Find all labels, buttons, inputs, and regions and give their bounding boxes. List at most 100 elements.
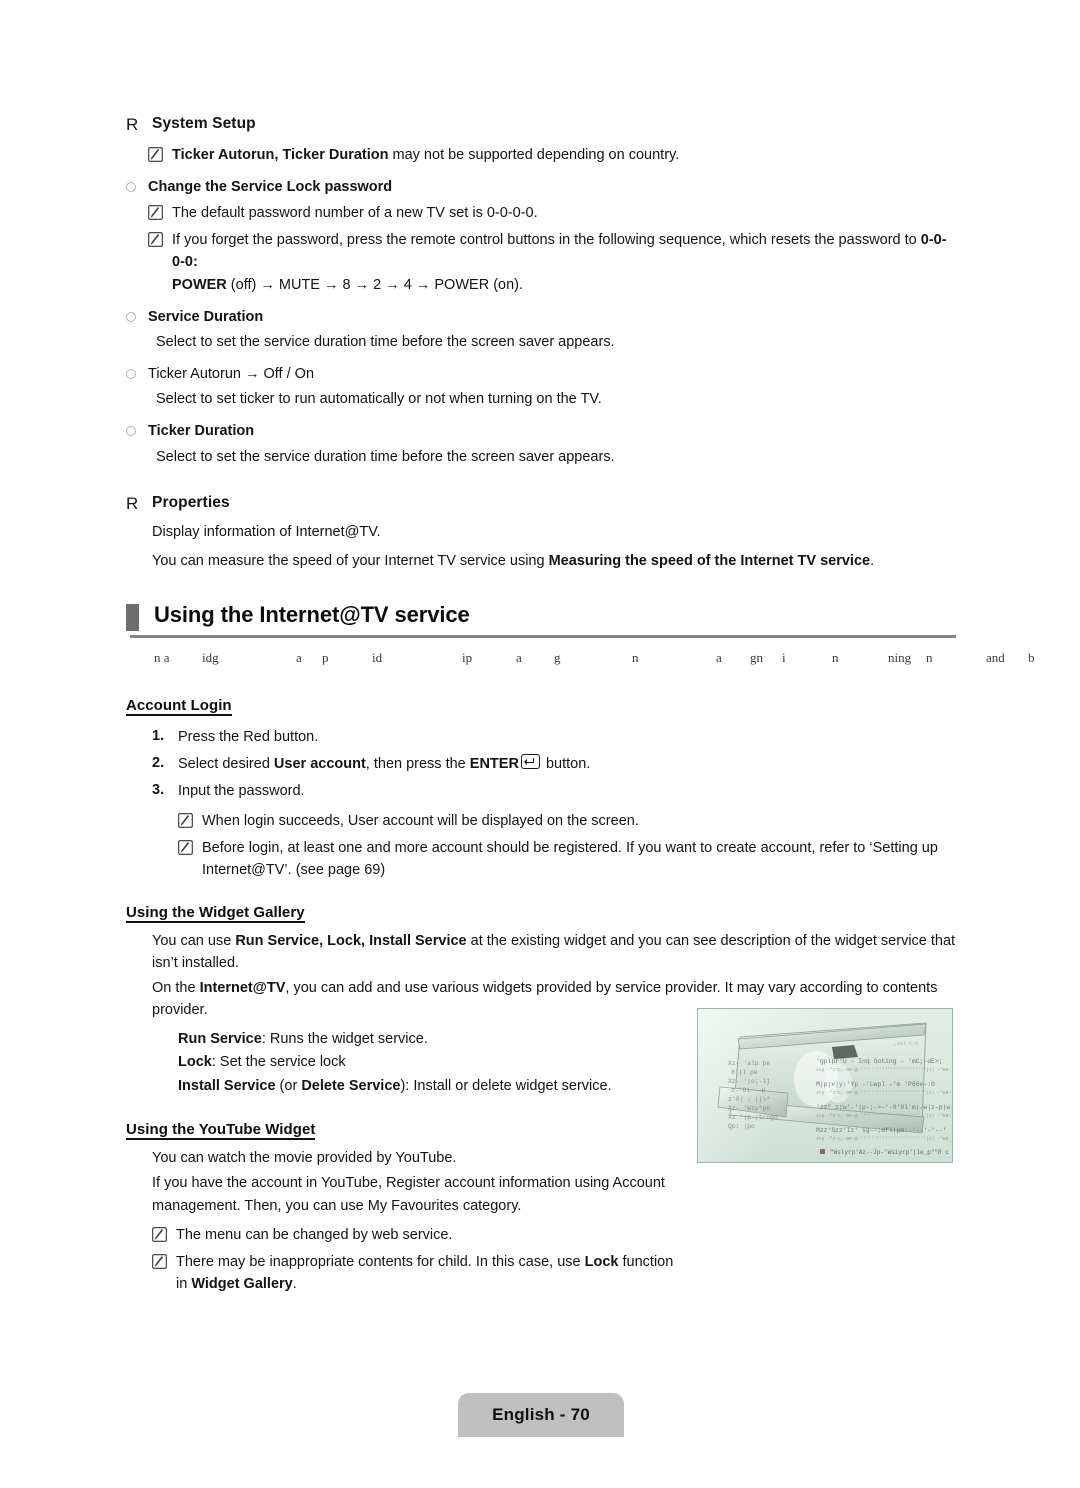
page-footer-tab: English - 70 xyxy=(458,1393,624,1437)
ghost-fragment: b xyxy=(1028,649,1035,665)
properties-line2-bold: Measuring the speed of the Internet TV s… xyxy=(548,552,871,569)
yt-note2-lead: There may be inappropriate contents for … xyxy=(176,1253,585,1270)
youtube-para2: If you have the account in YouTube, Regi… xyxy=(152,1175,665,1214)
svg-text:Xz- 'alp pe: Xz- 'alp pe xyxy=(728,1060,770,1067)
ghost-fragment: a xyxy=(516,649,522,665)
ghost-fragment: p xyxy=(322,649,329,665)
section-heading-bar: Using the Internet@TV service xyxy=(126,602,956,648)
svg-text:stp -"2°C;-DP-@-'''''''''''''': stp -"2°C;-DP-@-''''''''''''''''''''''''… xyxy=(816,1090,953,1096)
svg-text:z'0| : ||\*: z'0| : ||\* xyxy=(728,1096,770,1103)
note-memo-icon xyxy=(148,205,163,221)
list-item: 2. Select desired User account, then pre… xyxy=(152,753,956,775)
ghost-fragment: n xyxy=(926,649,933,665)
r-marker-icon: R xyxy=(126,493,139,513)
ghost-fragment: gn xyxy=(750,649,763,665)
note-text: The default password number of a new TV … xyxy=(172,205,538,222)
r-marker-icon: R xyxy=(126,115,139,134)
note-row: When login succeeds, User account will b… xyxy=(178,810,956,832)
item-change-password: Change the Service Lock password xyxy=(126,177,956,197)
note-row: If you forget the password, press the re… xyxy=(148,229,956,295)
wg-p2-bold: Internet@TV xyxy=(199,979,286,996)
svg-text:Qp: |po: Qp: |po xyxy=(728,1123,755,1130)
service-duration-heading: Service Duration xyxy=(148,308,264,325)
ghost-fragment: n xyxy=(632,649,639,665)
youtube-widget-text: You can watch the movie provided by YouT… xyxy=(126,1147,686,1294)
widget-gallery-para1: You can use Run Service, Lock, Install S… xyxy=(152,930,956,974)
note-row: Before login, at least one and more acco… xyxy=(178,837,956,881)
circle-bullet-icon xyxy=(126,311,148,322)
system-setup-heading: System Setup xyxy=(152,115,256,132)
svg-text:'zz" z|w'-'|p-;->-'-9'0l'm|-w|: 'zz" z|w'-'|p-;->-'-9'0l'm|-w|z-p|w|o xyxy=(816,1104,953,1111)
step-number: 1. xyxy=(152,727,165,744)
svg-text:Mzz'Szz'Iz' sg--;dfl|pm:-'--'-: Mzz'Szz'Iz' sg--;dfl|pm:-'--'-'--' xyxy=(816,1127,946,1134)
svg-text:stp -"2°C;-DP-@-'''''''''''''': stp -"2°C;-DP-@-''''''''''''''''''''''''… xyxy=(816,1067,953,1073)
properties-heading: Properties xyxy=(152,493,230,511)
note-row: The menu can be changed by web service. xyxy=(152,1224,686,1246)
sequence-bold: POWER xyxy=(172,276,227,293)
change-password-heading: Change the Service Lock password xyxy=(148,179,393,196)
ghost-fragment: id xyxy=(372,649,383,665)
list-item: 3. Input the password. xyxy=(152,780,956,802)
step-number: 3. xyxy=(152,781,165,798)
ghost-fragment: and xyxy=(986,649,1005,665)
ghost-fragment: i xyxy=(782,649,786,665)
def-desc: : Runs the widget service. xyxy=(261,1031,428,1047)
ghost-fragment: idg xyxy=(202,649,219,665)
note-memo-icon xyxy=(148,232,163,248)
note-memo-icon xyxy=(178,812,193,828)
step-text: Press the Red button. xyxy=(178,728,319,745)
circle-bullet-icon xyxy=(126,368,148,379)
sequence-rest: (off) → MUTE → 8 → 2 → 4 → POWER (on). xyxy=(226,276,524,293)
note-text: If you forget the password, press the re… xyxy=(172,229,956,295)
page-number-label: English - 70 xyxy=(492,1405,590,1424)
section-title: Using the Internet@TV service xyxy=(154,601,470,627)
step2-bold-user-account: User account xyxy=(273,755,366,772)
wg-p1-bold: Run Service, Lock, Install Service xyxy=(235,932,467,949)
note-text: Before login, at least one and more acco… xyxy=(202,839,938,878)
svg-text:Xz- '|o;-lj: Xz- '|o;-lj xyxy=(728,1078,770,1085)
ticker-autorun-description: Select to set ticker to run automaticall… xyxy=(156,391,602,408)
ticker-duration-description: Select to set the service duration time … xyxy=(156,448,615,465)
properties-line1: Display information of Internet@TV. xyxy=(152,523,381,540)
yt-note2-tail: . xyxy=(292,1275,297,1292)
note-memo-icon xyxy=(152,1253,167,1269)
yt-note2-bold-lock: Lock xyxy=(584,1253,619,1270)
svg-text:stp -"2°C;-DP-@-'''''''''''''': stp -"2°C;-DP-@-''''''''''''''''''''''''… xyxy=(816,1113,953,1119)
account-login-heading-wrap: Account Login xyxy=(126,674,956,716)
service-duration-description: Select to set the service duration time … xyxy=(156,333,615,350)
enter-key-icon xyxy=(520,753,540,769)
def-term: Run Service xyxy=(178,1031,262,1047)
youtube-widget-screenshot: Xz- 'alp pe 8'|l pe Xz- '|o;-lj z-'Oi---… xyxy=(697,1008,953,1163)
note-row: The default password number of a new TV … xyxy=(148,202,956,224)
step-text: Select desired User account, then press … xyxy=(178,753,956,775)
youtube-widget-heading: Using the YouTube Widget xyxy=(126,1121,316,1141)
ghost-fragment: n a xyxy=(154,649,170,665)
screenshot-graphic: Xz- 'alp pe 8'|l pe Xz- '|o;-lj z-'Oi---… xyxy=(717,1022,953,1156)
ghost-text-line: n a idg a p id ip a g n a gn i n ning n and b xyxy=(154,649,1035,674)
svg-text:stp -"2°C;-DP-@-'''''''''''''': stp -"2°C;-DP-@-''''''''''''''''''''''''… xyxy=(816,1136,953,1142)
widget-gallery-heading-wrap: Using the Widget Gallery xyxy=(126,881,956,923)
def-desc: ): Install or delete widget service. xyxy=(400,1077,612,1094)
svg-text:'gplpr'U - Inq Ooting - 'mC;-d: 'gplpr'U - Inq Ooting - 'mC;-dE>; xyxy=(816,1058,943,1065)
yt-note2-bold-widget-gallery: Widget Gallery xyxy=(191,1275,293,1292)
step2-lead: Select desired xyxy=(178,755,274,772)
heading-rule xyxy=(130,634,956,638)
wg-p1-lead: You can use xyxy=(152,932,236,949)
svg-text:z-'Oi---p: z-'Oi---p xyxy=(731,1087,766,1094)
note-memo-icon xyxy=(178,839,193,855)
youtube-para1: You can watch the movie provided by YouT… xyxy=(152,1150,457,1167)
reset-colon: : xyxy=(192,254,198,271)
svg-text:8'|l pe: 8'|l pe xyxy=(731,1069,758,1076)
svg-text:,zol <;0: ,zol <;0 xyxy=(894,1041,918,1047)
list-item: 1. Press the Red button. xyxy=(152,726,956,748)
ghost-fragment: a xyxy=(296,649,302,665)
note-text: Ticker Autorun, Ticker Duration may not … xyxy=(172,144,956,166)
step-number: 2. xyxy=(152,754,165,771)
svg-text:"Wslyrp'Az--Jp-'Wsiyrp'|le_p"": "Wslyrp'Az--Jp-'Wsiyrp'|le_p""R c p;="2V… xyxy=(830,1149,953,1156)
def-mid: (or xyxy=(275,1077,302,1094)
ticker-autorun-heading: Ticker Autorun → Off / On xyxy=(148,365,315,382)
properties-line2-end: . xyxy=(870,552,875,569)
widget-gallery-heading: Using the Widget Gallery xyxy=(126,903,305,923)
item-ticker-autorun: Ticker Autorun → Off / On xyxy=(126,364,956,384)
ghost-fragment: ip xyxy=(462,649,473,665)
